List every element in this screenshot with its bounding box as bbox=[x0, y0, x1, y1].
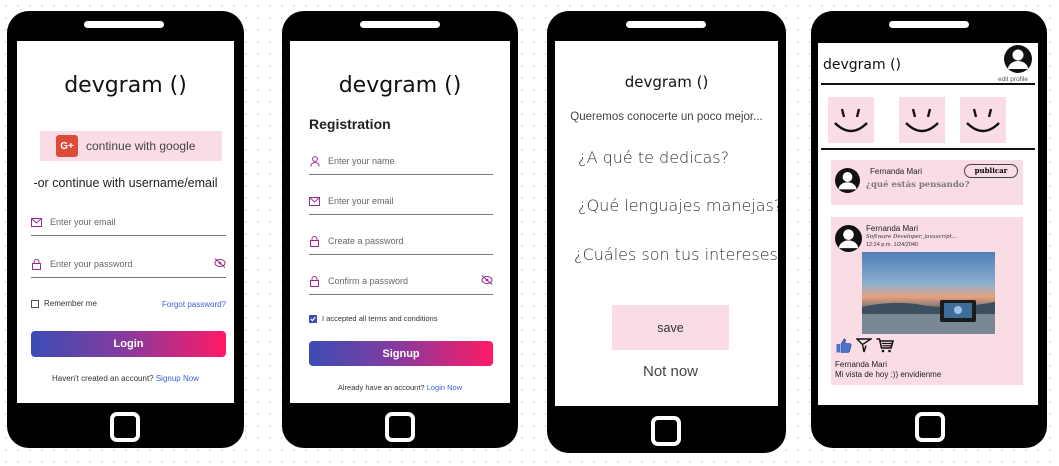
home-button[interactable] bbox=[651, 416, 681, 446]
email-field[interactable]: Enter your email bbox=[31, 209, 226, 236]
like-icon[interactable] bbox=[836, 338, 852, 358]
login-screen: devgram () G+ continue with google -or c… bbox=[17, 41, 234, 403]
name-field[interactable]: Enter your name bbox=[309, 148, 493, 175]
email-field[interactable]: Enter your email bbox=[309, 188, 493, 215]
remember-me[interactable]: Remember me bbox=[31, 299, 97, 308]
google-login-button[interactable]: G+ continue with google bbox=[40, 131, 222, 161]
save-button[interactable]: save bbox=[612, 305, 729, 350]
onboarding-subtitle: Queremos conocerte un poco mejor... bbox=[570, 111, 763, 123]
registration-heading: Registration bbox=[309, 116, 391, 132]
post-photo[interactable] bbox=[862, 252, 995, 334]
signup-prompt: Haven't created an account? Signup Now bbox=[17, 374, 234, 383]
app-title: devgram () bbox=[338, 73, 462, 98]
app-title: devgram () bbox=[64, 73, 187, 98]
phone-login: devgram () G+ continue with google -or c… bbox=[7, 11, 244, 448]
signup-prompt-text: Haven't created an account? bbox=[52, 374, 154, 383]
stories-divider-top bbox=[821, 83, 1035, 85]
post-actions bbox=[836, 338, 895, 358]
eye-off-icon[interactable] bbox=[214, 258, 226, 270]
password-field[interactable]: Enter your password bbox=[31, 251, 226, 278]
lock-icon bbox=[309, 235, 320, 247]
login-button[interactable]: Login bbox=[31, 331, 226, 357]
smiley-icon bbox=[834, 108, 868, 133]
user-silhouette-icon bbox=[838, 172, 857, 190]
cart-icon[interactable] bbox=[876, 338, 895, 358]
post-caption-author: Fernanda Mari bbox=[835, 360, 888, 369]
composer-username: Fernanda Mari bbox=[870, 167, 923, 176]
email-placeholder: Enter your email bbox=[328, 196, 394, 206]
phone-onboarding: devgram () Queremos conocerte un poco me… bbox=[547, 11, 786, 453]
signup-link[interactable]: Signup Now bbox=[156, 374, 199, 383]
feed-post: Fernanda Mari Software Developer, javasc… bbox=[831, 217, 1023, 385]
speaker bbox=[360, 21, 440, 28]
google-plus-icon: G+ bbox=[56, 135, 78, 157]
create-password-field[interactable]: Create a password bbox=[309, 228, 493, 255]
alt-login-text: -or continue with username/email bbox=[33, 176, 218, 190]
smiley-icon bbox=[966, 108, 1000, 133]
mail-icon bbox=[309, 196, 320, 207]
smiley-icon bbox=[905, 108, 939, 133]
speaker bbox=[626, 21, 706, 28]
edit-profile-link[interactable]: edit profile bbox=[998, 76, 1028, 83]
onboarding-screen: devgram () Queremos conocerte un poco me… bbox=[555, 41, 778, 406]
create-password-placeholder: Create a password bbox=[328, 236, 404, 246]
confirm-password-field[interactable]: Confirm a password bbox=[309, 268, 493, 295]
question-interests[interactable]: ¿Cuáles son tus intereses? bbox=[574, 245, 778, 264]
terms-label: I accepted all terms and conditions bbox=[322, 314, 438, 323]
email-placeholder: Enter your email bbox=[50, 217, 116, 227]
forgot-password-link[interactable]: Forgot password? bbox=[162, 300, 226, 309]
app-title: devgram () bbox=[624, 73, 709, 91]
not-now-link[interactable]: Not now bbox=[555, 363, 778, 380]
landscape-image bbox=[862, 300, 995, 334]
story-thumbnail[interactable] bbox=[828, 97, 874, 143]
lock-icon bbox=[309, 275, 320, 287]
password-placeholder: Enter your password bbox=[50, 259, 133, 269]
post-author: Fernanda Mari bbox=[866, 224, 919, 233]
google-badge-text: G+ bbox=[60, 140, 74, 152]
publish-button[interactable]: publicar bbox=[964, 164, 1018, 178]
registration-screen: devgram () Registration Enter your name … bbox=[290, 41, 510, 403]
user-silhouette-icon bbox=[838, 229, 859, 249]
home-button[interactable] bbox=[110, 412, 140, 442]
lock-icon bbox=[31, 258, 42, 270]
post-avatar bbox=[835, 225, 862, 252]
terms-checkbox[interactable] bbox=[309, 314, 317, 323]
post-timestamp: 12:24 p.m. 1/24/2040 bbox=[866, 242, 918, 248]
post-caption: Mi vista de hoy :)) envidienme bbox=[835, 370, 942, 379]
story-thumbnail[interactable] bbox=[960, 97, 1006, 143]
composer-avatar bbox=[835, 168, 860, 193]
speaker bbox=[84, 21, 164, 28]
home-button[interactable] bbox=[915, 412, 945, 442]
terms-row[interactable]: I accepted all terms and conditions bbox=[309, 314, 437, 323]
speaker bbox=[889, 21, 969, 28]
phone-registration: devgram () Registration Enter your name … bbox=[282, 11, 518, 448]
home-button[interactable] bbox=[385, 412, 415, 442]
question-occupation[interactable]: ¿A qué te dedicas? bbox=[578, 148, 729, 167]
question-languages[interactable]: ¿Qué lenguajes manejas? bbox=[578, 196, 778, 215]
feed-screen: devgram () edit profile Fernanda Mari pu… bbox=[818, 43, 1038, 405]
user-icon bbox=[309, 155, 320, 167]
stories-divider-bottom bbox=[821, 148, 1035, 150]
story-thumbnail[interactable] bbox=[899, 97, 945, 143]
signup-button[interactable]: Signup bbox=[309, 341, 493, 366]
google-button-label: continue with google bbox=[86, 139, 196, 153]
remember-label: Remember me bbox=[44, 299, 97, 308]
eye-off-icon[interactable] bbox=[481, 275, 493, 287]
confirm-password-placeholder: Confirm a password bbox=[328, 276, 409, 286]
phone-feed: devgram () edit profile Fernanda Mari pu… bbox=[811, 11, 1047, 448]
share-icon[interactable] bbox=[855, 338, 874, 358]
profile-avatar[interactable] bbox=[1004, 45, 1032, 73]
name-placeholder: Enter your name bbox=[328, 156, 395, 166]
app-title: devgram () bbox=[823, 57, 902, 73]
remember-checkbox[interactable] bbox=[31, 299, 39, 308]
mail-icon bbox=[31, 217, 42, 228]
user-silhouette-icon bbox=[1008, 49, 1028, 69]
composer-input[interactable]: ¿qué estás pensando? bbox=[866, 180, 969, 190]
login-prompt-text: Already have an account? bbox=[337, 383, 425, 392]
login-prompt: Already have an account? Login Now bbox=[290, 383, 510, 392]
post-role: Software Developer, javascript... bbox=[866, 234, 957, 240]
login-link[interactable]: Login Now bbox=[427, 383, 462, 392]
post-composer: Fernanda Mari publicar ¿qué estás pensan… bbox=[831, 160, 1023, 205]
